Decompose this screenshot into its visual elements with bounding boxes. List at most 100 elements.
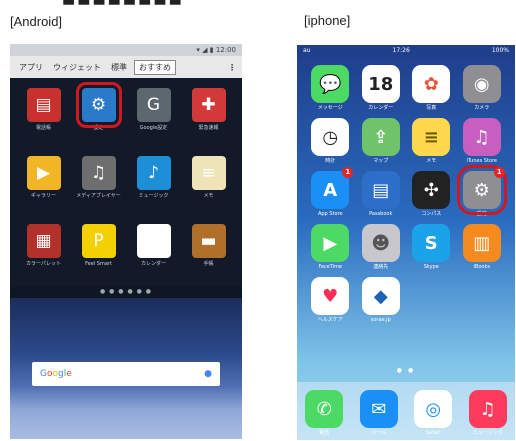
android-app-grid: ▤ 電話帳 ⚙ 設定 G Google設定 ✚ 緊急速報 ▶ ギャラリー ♫ メディアプレイヤー ♪ ミュ…: [10, 78, 242, 286]
app-memo[interactable]: ≡ メモ: [181, 156, 236, 218]
calendar-icon[interactable]: 18: [361, 65, 400, 103]
app-label: 緊急速報: [198, 125, 219, 131]
tab-standard[interactable]: 標準: [106, 62, 132, 73]
app-notebook[interactable]: ▬ 手帳: [181, 224, 236, 286]
iphone-app-grid: 💬 メッセージ 18 カレンダー ✿ 写真 ◉ カメラ ◷ 時計 ⇪ マップ ≡ メモ ♫ iTunes St…: [297, 57, 515, 323]
google-settings-icon[interactable]: G: [136, 88, 171, 122]
app-facetime[interactable]: ▶ FaceTime: [305, 224, 356, 270]
maps-icon[interactable]: ⇪: [361, 118, 400, 156]
app-contacts[interactable]: ☻ 連絡先: [356, 224, 407, 270]
color-app-icon[interactable]: ▦: [26, 224, 61, 258]
app-label: メモ: [426, 158, 437, 164]
app-music[interactable]: ♫ ミュージック: [468, 390, 507, 436]
messages-icon[interactable]: 💬: [311, 65, 350, 103]
tab-recommended[interactable]: おすすめ: [134, 59, 176, 75]
app-compass[interactable]: ✣ コンパス: [406, 171, 457, 217]
music-icon[interactable]: ♫: [468, 390, 507, 428]
phone-icon[interactable]: ✆: [305, 390, 344, 428]
settings-gear-icon[interactable]: ⚙: [75, 82, 122, 128]
app-cube-app[interactable]: ◆ sorae.jp: [356, 277, 407, 323]
notebook-icon[interactable]: ▬: [191, 224, 226, 258]
app-clock[interactable]: ◷ 時計: [305, 118, 356, 164]
app-calendar[interactable]: 31 カレンダー: [126, 224, 181, 286]
app-settings-gear[interactable]: ⚙ 設定: [71, 82, 126, 150]
settings-gear-icon[interactable]: ⚙ 1: [456, 165, 507, 215]
skype-icon[interactable]: S: [412, 224, 451, 262]
app-music[interactable]: ♪ ミュージック: [126, 156, 181, 218]
safari-icon[interactable]: ◎: [414, 390, 453, 428]
photos-icon[interactable]: ✿: [412, 65, 451, 103]
app-notes[interactable]: ≡ メモ: [406, 118, 457, 164]
more-menu-icon[interactable]: ⋮: [228, 63, 236, 72]
icon-glyph: ▦: [35, 231, 52, 251]
app-passbook[interactable]: ▤ Passbook: [356, 171, 407, 217]
app-maps[interactable]: ⇪ マップ: [356, 118, 407, 164]
iphone-status-bar: au 17:26 100%: [297, 45, 515, 57]
icon-glyph: ♫: [479, 398, 496, 420]
app-gallery[interactable]: ▶ ギャラリー: [16, 156, 71, 218]
icon-glyph: ✉: [371, 398, 387, 420]
app-photos[interactable]: ✿ 写真: [406, 65, 457, 111]
app-google-settings[interactable]: G Google設定: [126, 88, 181, 150]
app-label: Safari: [425, 430, 441, 436]
memo-icon[interactable]: ≡: [191, 156, 226, 190]
app-store-icon[interactable]: A1: [311, 167, 354, 209]
icon-glyph: ◆: [373, 285, 388, 307]
ibooks-icon[interactable]: ▥: [462, 224, 501, 262]
app-app-store[interactable]: A 1 App Store: [305, 167, 356, 217]
android-status-bar: ▾ ◢ ▮ 12:00: [10, 44, 242, 56]
app-color-app[interactable]: ▦ カラーパレット: [16, 224, 71, 286]
emergency-alert-icon[interactable]: ✚: [191, 88, 226, 122]
feel-smart-icon[interactable]: P: [81, 224, 116, 258]
icon-glyph: ▤: [35, 95, 52, 115]
contacts-icon[interactable]: ▤: [26, 88, 61, 122]
health-icon[interactable]: ♥: [311, 277, 350, 315]
app-label: Skype: [423, 264, 439, 270]
app-label: 連絡先: [373, 264, 389, 270]
media-player-icon[interactable]: ♫: [81, 156, 116, 190]
app-calendar[interactable]: 18 カレンダー: [356, 65, 407, 111]
mail-icon[interactable]: ✉: [359, 390, 398, 428]
camera-icon[interactable]: ◉: [462, 65, 501, 103]
app-label: FaceTime: [318, 264, 343, 270]
app-skype[interactable]: S Skype: [406, 224, 457, 270]
app-label: 手帳: [203, 261, 214, 267]
app-media-player[interactable]: ♫ メディアプレイヤー: [71, 156, 126, 218]
app-messages[interactable]: 💬 メッセージ: [305, 65, 356, 111]
app-camera[interactable]: ◉ カメラ: [457, 65, 508, 111]
gallery-icon[interactable]: ▶: [26, 156, 61, 190]
compass-icon[interactable]: ✣: [412, 171, 451, 209]
calendar-icon[interactable]: 31: [136, 224, 171, 258]
tab-apps[interactable]: アプリ: [14, 62, 48, 73]
app-safari[interactable]: ◎ Safari: [414, 390, 453, 436]
google-search-bar[interactable]: Google ●: [32, 362, 220, 386]
passbook-icon[interactable]: ▤: [361, 171, 400, 209]
app-itunes[interactable]: ♫ iTunes Store: [457, 118, 508, 164]
app-settings-gear[interactable]: ⚙ 1 設定: [456, 165, 508, 217]
clock-icon[interactable]: ◷: [311, 118, 350, 156]
cube-app-icon[interactable]: ◆: [361, 277, 400, 315]
itunes-icon[interactable]: ♫: [462, 118, 501, 156]
app-mail[interactable]: ✉ メール: [359, 390, 398, 436]
microphone-icon[interactable]: ●: [204, 369, 212, 379]
app-phone[interactable]: ✆ 電話: [305, 390, 344, 436]
app-label: 電話帳: [35, 125, 51, 131]
music-icon[interactable]: ♪: [136, 156, 171, 190]
facetime-icon[interactable]: ▶: [311, 224, 350, 262]
app-feel-smart[interactable]: P Feel Smart: [71, 224, 126, 286]
icon-glyph: ◷: [322, 126, 339, 148]
app-emergency-alert[interactable]: ✚ 緊急速報: [181, 88, 236, 150]
contacts-icon[interactable]: ☻: [361, 224, 400, 262]
app-label: Google設定: [139, 125, 168, 131]
app-label: ヘルスケア: [317, 317, 343, 323]
icon-glyph: ⇪: [373, 126, 389, 148]
app-contacts[interactable]: ▤ 電話帳: [16, 88, 71, 150]
app-label: メディアプレイヤー: [76, 193, 121, 199]
app-ibooks[interactable]: ▥ iBooks: [457, 224, 508, 270]
notes-icon[interactable]: ≡: [412, 118, 451, 156]
app-health[interactable]: ♥ ヘルスケア: [305, 277, 356, 323]
icon-glyph: ✚: [201, 95, 216, 115]
tab-widgets[interactable]: ウィジェット: [48, 62, 106, 73]
clock-time: 17:26: [392, 47, 410, 54]
icon-glyph: ▤: [372, 179, 390, 201]
